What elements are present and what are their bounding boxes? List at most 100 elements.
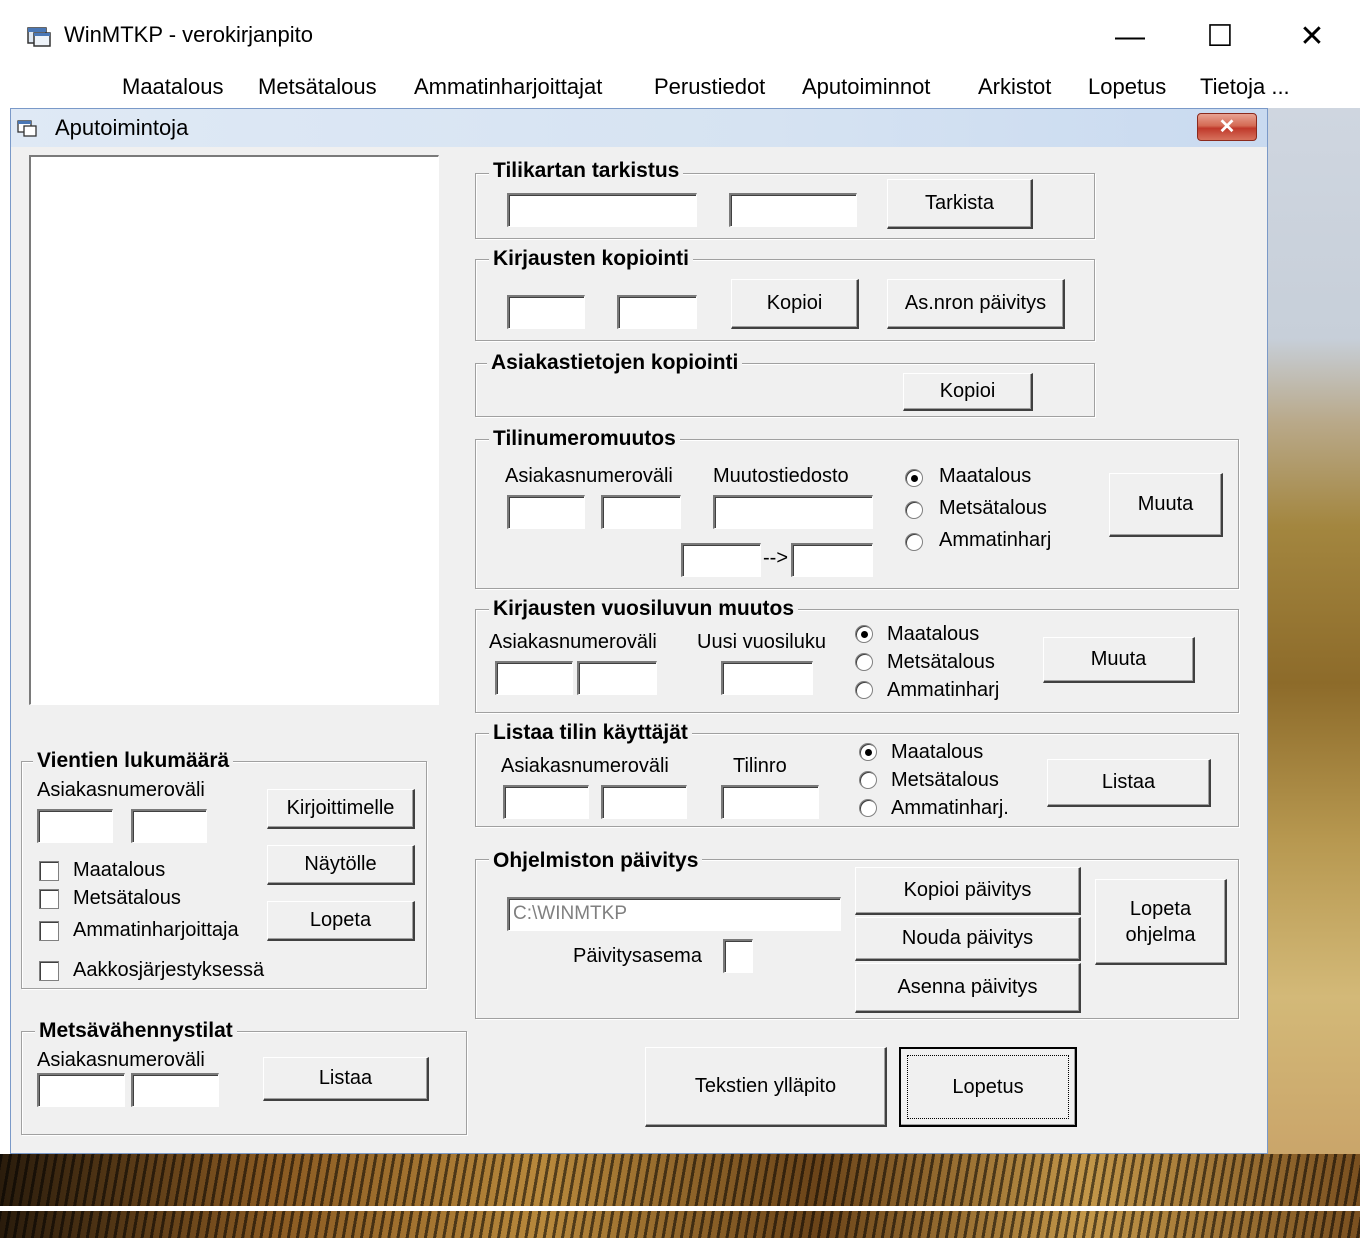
lopeta-ohjelma-label-1: Lopeta xyxy=(1129,897,1192,920)
vuosiluku-range-from[interactable] xyxy=(495,661,573,695)
listaa-radio-label-ammatinharj: Ammatinharj. xyxy=(891,797,1009,819)
listaa-radio-label-maatalous: Maatalous xyxy=(891,741,984,763)
group-title-kirjausten-kopiointi: Kirjausten kopiointi xyxy=(489,247,694,271)
tilinumero-range-from[interactable] xyxy=(507,495,585,529)
lopeta-ohjelma-button[interactable]: Lopeta ohjelma xyxy=(1095,879,1227,965)
tilikartan-field-1[interactable] xyxy=(507,193,697,227)
listaa-radio-maatalous[interactable] xyxy=(859,743,877,761)
vuosiluku-radio-maatalous[interactable] xyxy=(855,625,873,643)
background-stripe xyxy=(0,1206,1360,1211)
arrow-label: --> xyxy=(763,547,788,569)
vientien-check-aakkos[interactable] xyxy=(39,961,59,981)
lopetus-button[interactable]: Lopetus xyxy=(899,1047,1077,1127)
listaa-range-label: Asiakasnumeroväli xyxy=(501,755,669,777)
menu-arkistot[interactable]: Arkistot xyxy=(978,74,1051,100)
vuosiluku-radio-ammatinharj[interactable] xyxy=(855,681,873,699)
listaa-radio-ammatinharj[interactable] xyxy=(859,799,877,817)
asenna-paivitys-button[interactable]: Asenna päivitys xyxy=(855,963,1081,1013)
menu-lopetus[interactable]: Lopetus xyxy=(1088,74,1166,100)
tilinumero-range-label: Asiakasnumeroväli xyxy=(505,465,673,487)
vientien-range-from[interactable] xyxy=(37,809,113,843)
naytolle-button[interactable]: Näytölle xyxy=(267,845,415,885)
paivitys-path-field[interactable]: C:\WINMTKP xyxy=(507,897,841,931)
vuosiluku-range-to[interactable] xyxy=(577,661,657,695)
menu-tietoja[interactable]: Tietoja ... xyxy=(1200,74,1290,100)
minimize-button[interactable]: — xyxy=(1100,12,1160,62)
kopioi-button[interactable]: Kopioi xyxy=(731,279,859,329)
tilinumero-radio-label-ammatinharj: Ammatinharj xyxy=(939,529,1052,551)
menu-maatalous[interactable]: Maatalous xyxy=(122,74,224,100)
new-account-field[interactable] xyxy=(791,543,873,577)
desktop-background xyxy=(1268,108,1360,1154)
tilinro-field[interactable] xyxy=(721,785,819,819)
uusi-vuosiluku-field[interactable] xyxy=(721,661,813,695)
metsavahennys-listaa-button[interactable]: Listaa xyxy=(263,1057,429,1101)
group-title-tilikartan: Tilikartan tarkistus xyxy=(489,159,684,183)
child-title-bar: Aputoimintoja ✕ xyxy=(11,109,1267,147)
group-title-paivitys: Ohjelmiston päivitys xyxy=(489,849,703,873)
desktop-background-bottom xyxy=(0,1154,1360,1238)
kopiointi-to-field[interactable] xyxy=(617,295,697,329)
vientien-check-label-ammatinharjoittaja: Ammatinharjoittaja xyxy=(73,919,239,941)
aputoimintoja-window: Aputoimintoja ✕ Tilikartan tarkistus Tar… xyxy=(10,108,1268,1154)
vuosiluku-radio-metsatalous[interactable] xyxy=(855,653,873,671)
group-title-tilinumeromuutos: Tilinumeromuutos xyxy=(489,427,680,451)
close-button[interactable]: ✕ xyxy=(1282,12,1342,62)
tilikartan-field-2[interactable] xyxy=(729,193,857,227)
title-bar: WinMTKP - verokirjanpito — ☐ ✕ xyxy=(0,0,1360,74)
listaa-radio-metsatalous[interactable] xyxy=(859,771,877,789)
tilinumero-range-to[interactable] xyxy=(601,495,681,529)
menu-perustiedot[interactable]: Perustiedot xyxy=(654,74,765,100)
vientien-check-label-maatalous: Maatalous xyxy=(73,859,166,881)
tilinumero-radio-maatalous[interactable] xyxy=(905,469,923,487)
tilinumero-muuta-button[interactable]: Muuta xyxy=(1109,473,1223,537)
kirjoittimelle-button[interactable]: Kirjoittimelle xyxy=(267,789,415,829)
nouda-paivitys-button[interactable]: Nouda päivitys xyxy=(855,917,1081,961)
vuosiluku-muuta-button[interactable]: Muuta xyxy=(1043,637,1195,683)
child-close-button[interactable]: ✕ xyxy=(1197,113,1257,141)
tekstien-yllapito-button[interactable]: Tekstien ylläpito xyxy=(645,1047,887,1127)
menu-ammatinharjoittajat[interactable]: Ammatinharjoittajat xyxy=(414,74,602,100)
vientien-check-label-aakkos: Aakkosjärjestyksessä xyxy=(73,959,265,981)
app-icon xyxy=(26,24,52,48)
tilinumero-radio-label-metsatalous: Metsätalous xyxy=(939,497,1047,519)
listaa-range-from[interactable] xyxy=(503,785,589,819)
output-listbox[interactable] xyxy=(29,155,439,705)
lopetus-button-label: Lopetus xyxy=(952,1075,1024,1098)
uusi-vuosiluku-label: Uusi vuosiluku xyxy=(697,631,826,653)
window-icon xyxy=(17,119,37,137)
tilinumero-radio-ammatinharj[interactable] xyxy=(905,533,923,551)
muutostiedosto-field[interactable] xyxy=(713,495,873,529)
asiakastietojen-kopioi-button[interactable]: Kopioi xyxy=(903,373,1033,411)
vuosiluku-range-label: Asiakasnumeroväli xyxy=(489,631,657,653)
tilinumero-radio-label-maatalous: Maatalous xyxy=(939,465,1032,487)
vientien-check-maatalous[interactable] xyxy=(39,861,59,881)
vientien-lopeta-button[interactable]: Lopeta xyxy=(267,901,415,941)
main-window: WinMTKP - verokirjanpito — ☐ ✕ Maatalous… xyxy=(0,0,1360,1238)
vientien-range-label: Asiakasnumeroväli xyxy=(37,779,205,801)
vientien-range-to[interactable] xyxy=(131,809,207,843)
tarkista-button[interactable]: Tarkista xyxy=(887,179,1033,229)
tilinumero-radio-metsatalous[interactable] xyxy=(905,501,923,519)
paivitysasema-field[interactable] xyxy=(723,939,753,973)
vuosiluku-radio-label-metsatalous: Metsätalous xyxy=(887,651,995,673)
asnron-paivitys-button[interactable]: As.nron päivitys xyxy=(887,279,1065,329)
metsavahennys-range-from[interactable] xyxy=(37,1073,125,1107)
menu-metsatalous[interactable]: Metsätalous xyxy=(258,74,377,100)
child-title: Aputoimintoja xyxy=(55,115,189,140)
kopioi-paivitys-button[interactable]: Kopioi päivitys xyxy=(855,867,1081,915)
group-title-asiakastietojen: Asiakastietojen kopiointi xyxy=(487,351,743,375)
group-title-metsavahennys: Metsävähennystilat xyxy=(35,1019,237,1043)
kopiointi-from-field[interactable] xyxy=(507,295,585,329)
metsavahennys-range-to[interactable] xyxy=(131,1073,219,1107)
menu-aputoiminnot[interactable]: Aputoiminnot xyxy=(802,74,930,100)
group-title-vientien: Vientien lukumäärä xyxy=(33,749,234,773)
vientien-check-metsatalous[interactable] xyxy=(39,889,59,909)
vientien-check-ammatinharjoittaja[interactable] xyxy=(39,921,59,941)
listaa-range-to[interactable] xyxy=(601,785,687,819)
metsavahennys-range-label: Asiakasnumeroväli xyxy=(37,1049,205,1071)
tilinro-label: Tilinro xyxy=(733,755,787,777)
old-account-field[interactable] xyxy=(681,543,761,577)
listaa-tilin-button[interactable]: Listaa xyxy=(1047,759,1211,807)
maximize-button[interactable]: ☐ xyxy=(1190,12,1250,62)
